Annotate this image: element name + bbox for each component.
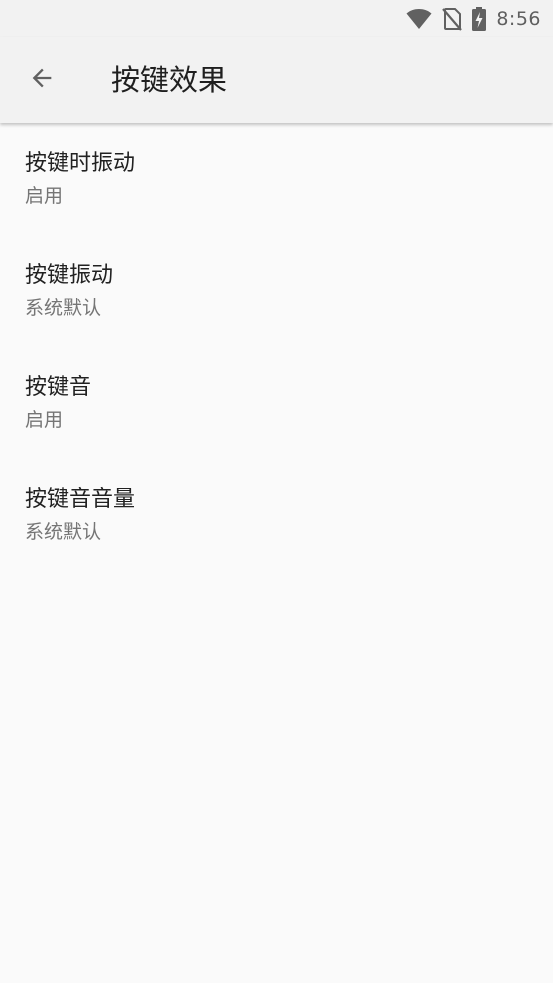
- page-title: 按键效果: [111, 63, 228, 97]
- pref-title: 按键音音量: [25, 487, 136, 512]
- pref-key-sound-volume[interactable]: 按键音音量 系统默认: [0, 459, 553, 571]
- battery-charging-icon: [472, 7, 487, 31]
- arrow-back-icon: [28, 64, 56, 96]
- pref-summary: 系统默认: [25, 521, 102, 543]
- pref-key-sound[interactable]: 按键音 启用: [0, 347, 553, 459]
- pref-summary: 系统默认: [25, 297, 102, 319]
- screen: 8:56 按键效果 按键时振动 启用 按键振动 系统默认 按键音 启用 按键音音…: [0, 0, 553, 983]
- pref-key-vibration[interactable]: 按键振动 系统默认: [0, 235, 553, 347]
- pref-summary: 启用: [25, 409, 64, 431]
- preference-list: 按键时振动 启用 按键振动 系统默认 按键音 启用 按键音音量 系统默认: [0, 123, 553, 571]
- back-button[interactable]: [16, 54, 68, 106]
- status-icons: 8:56: [406, 6, 541, 32]
- pref-keypress-vibration[interactable]: 按键时振动 启用: [0, 123, 553, 235]
- app-bar: 按键效果: [0, 37, 553, 123]
- status-time: 8:56: [496, 8, 541, 30]
- pref-title: 按键音: [25, 375, 92, 400]
- pref-summary: 启用: [25, 185, 64, 207]
- pref-title: 按键振动: [25, 263, 114, 288]
- status-bar: 8:56: [0, 0, 553, 37]
- no-sim-icon: [442, 7, 463, 31]
- wifi-icon: [406, 8, 432, 30]
- pref-title: 按键时振动: [25, 151, 136, 176]
